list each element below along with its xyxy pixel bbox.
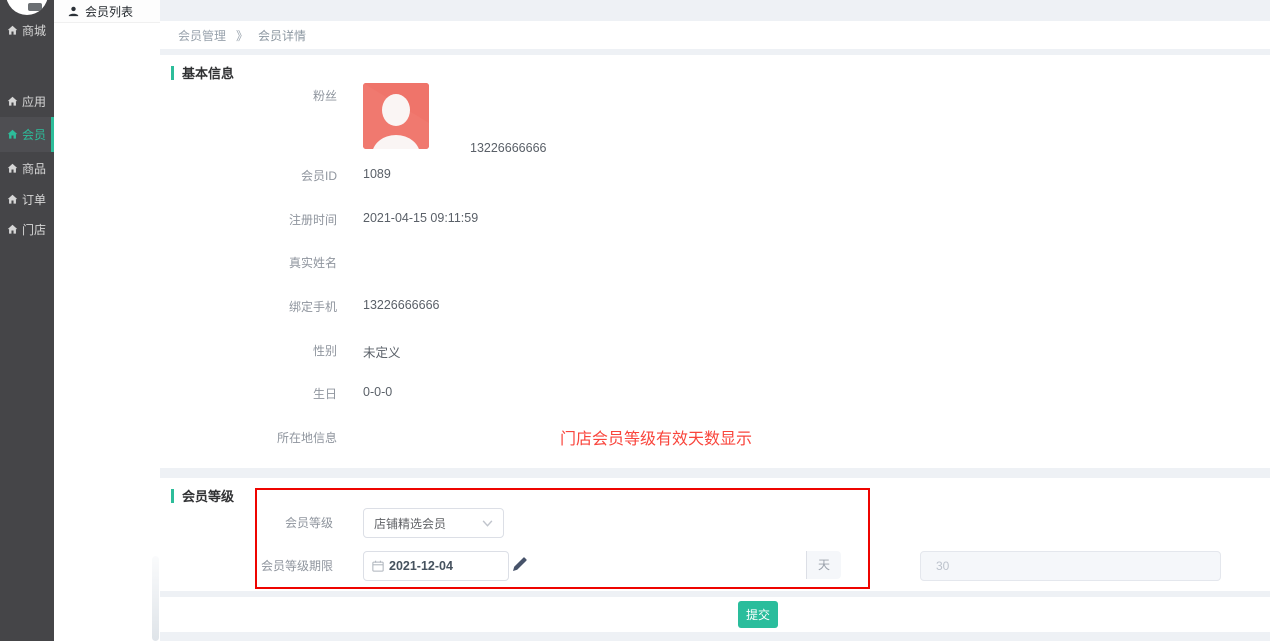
bottom-strip <box>160 632 1270 641</box>
field-label: 会员ID <box>160 167 337 184</box>
sidebar-item-stores[interactable]: 门店 <box>0 218 54 240</box>
days-unit-suffix: 天 <box>806 551 841 579</box>
member-level-select[interactable]: 店铺精选会员 <box>363 508 504 538</box>
submenu-item-label: 会员列表 <box>85 3 133 20</box>
breadcrumb-separator: 》 <box>236 27 248 44</box>
field-row-real-name: 真实姓名 <box>160 254 920 298</box>
breadcrumb: 会员管理 》 会员详情 <box>160 21 1270 49</box>
sidebar-item-label: 会员 <box>22 126 46 143</box>
field-value: 未定义 <box>363 342 401 361</box>
sidebar-item-orders[interactable]: 订单 <box>0 188 54 210</box>
home-icon <box>7 25 18 36</box>
fan-label: 粉丝 <box>160 87 337 104</box>
title-accent-bar <box>171 489 174 503</box>
breadcrumb-parent[interactable]: 会员管理 <box>178 27 226 44</box>
member-level-row: 会员等级 店铺精选会员 <box>160 508 920 538</box>
field-row-birthday: 生日 0-0-0 <box>160 385 920 429</box>
home-icon <box>7 96 18 107</box>
member-level-card: 会员等级 会员等级 店铺精选会员 会员等级期限 2021-12- <box>160 478 1270 591</box>
field-label: 注册时间 <box>160 211 337 228</box>
member-level-term-row: 会员等级期限 2021-12-04 30 天 <box>160 551 920 581</box>
sidebar-item-members[interactable]: 会员 <box>0 117 54 152</box>
member-level-title-text: 会员等级 <box>182 486 234 505</box>
field-label: 所在地信息 <box>160 429 337 446</box>
sidebar-item-label: 门店 <box>22 221 46 238</box>
sidebar-item-label: 订单 <box>22 191 46 208</box>
basic-info-title: 基本信息 <box>171 63 234 82</box>
calendar-icon <box>372 560 384 572</box>
member-level-term-label: 会员等级期限 <box>160 551 333 581</box>
chevron-down-icon <box>482 520 493 527</box>
basic-info-fields: 会员ID 1089 注册时间 2021-04-15 09:11:59 真实姓名 … <box>160 167 920 473</box>
submenu-item-member-list[interactable]: 会员列表 <box>54 0 160 23</box>
sidebar-item-label: 商品 <box>22 160 46 177</box>
term-date-input[interactable]: 2021-12-04 <box>363 551 509 581</box>
fan-row: 粉丝 13226666666 <box>160 83 760 153</box>
submit-button[interactable]: 提交 <box>738 601 778 628</box>
red-annotation-text: 门店会员等级有效天数显示 <box>560 425 752 449</box>
basic-info-title-text: 基本信息 <box>182 63 234 82</box>
fan-phone: 13226666666 <box>470 141 546 155</box>
field-label: 真实姓名 <box>160 254 337 271</box>
field-row-location: 所在地信息 <box>160 429 920 473</box>
field-row-member-id: 会员ID 1089 <box>160 167 920 211</box>
sidebar-item-apps[interactable]: 应用 <box>0 90 54 112</box>
home-icon <box>7 194 18 205</box>
field-value: 13226666666 <box>363 298 439 312</box>
member-avatar <box>363 83 429 149</box>
breadcrumb-current: 会员详情 <box>258 27 306 44</box>
sidebar-item-label: 商城 <box>22 22 46 39</box>
basic-info-card: 基本信息 粉丝 13226666666 会员ID 1089 注册时间 20 <box>160 55 1270 468</box>
secondary-sidebar: 会员列表 <box>54 0 160 641</box>
field-row-bound-phone: 绑定手机 13226666666 <box>160 298 920 342</box>
primary-sidebar: 商城 应用 会员 商品 订单 门店 <box>0 0 54 641</box>
field-value: 0-0-0 <box>363 385 392 399</box>
field-value: 2021-04-15 09:11:59 <box>363 211 478 225</box>
sidebar-item-goods[interactable]: 商品 <box>0 157 54 179</box>
scrollbar-thumb[interactable] <box>152 556 159 641</box>
logo-mark <box>28 3 42 11</box>
sidebar-item-label: 应用 <box>22 93 46 110</box>
field-value: 1089 <box>363 167 391 181</box>
member-level-title: 会员等级 <box>171 486 234 505</box>
member-level-selected-value: 店铺精选会员 <box>374 515 446 532</box>
sidebar-item-mall[interactable]: 商城 <box>0 19 54 41</box>
field-label: 生日 <box>160 385 337 402</box>
main-content: 会员管理 》 会员详情 基本信息 粉丝 13226666666 会员ID <box>160 0 1270 641</box>
field-label: 绑定手机 <box>160 298 337 315</box>
title-accent-bar <box>171 66 174 80</box>
home-icon <box>7 224 18 235</box>
person-icon <box>68 6 79 17</box>
footer-bar: 提交 <box>160 597 1270 632</box>
term-date-value: 2021-12-04 <box>389 559 453 573</box>
member-level-label: 会员等级 <box>160 508 333 538</box>
home-icon <box>7 129 18 140</box>
valid-days-input[interactable]: 30 <box>920 551 1221 581</box>
field-label: 性别 <box>160 342 337 359</box>
edit-pencil-icon[interactable] <box>512 556 528 572</box>
field-row-gender: 性别 未定义 <box>160 342 920 386</box>
app-logo[interactable] <box>6 0 48 15</box>
home-icon <box>7 163 18 174</box>
field-row-register-time: 注册时间 2021-04-15 09:11:59 <box>160 211 920 255</box>
avatar-person-icon <box>363 83 429 149</box>
valid-days-input-group: 30 天 <box>540 551 841 581</box>
